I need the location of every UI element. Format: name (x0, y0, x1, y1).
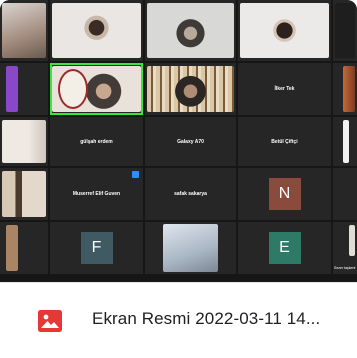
participant-video (343, 66, 355, 112)
participant-video (147, 3, 234, 58)
participant-tile: N (238, 168, 331, 220)
participant-tile: Muserref Elif Guven (50, 168, 143, 220)
participant-video (343, 120, 349, 163)
participant-video (349, 225, 355, 256)
participant-video (6, 66, 18, 112)
participant-tile (333, 63, 357, 115)
participant-tile (238, 0, 331, 61)
participant-avatar: N (268, 178, 301, 210)
image-icon (38, 310, 62, 332)
participant-tile (0, 222, 48, 274)
participant-tile (145, 0, 236, 61)
participant-tile (333, 168, 357, 220)
participant-tile (333, 0, 357, 61)
participant-tile: F (50, 222, 143, 274)
participant-video (163, 224, 218, 272)
participant-name: Muserref Elif Guven (72, 191, 121, 197)
participant-name: Sezer taşkent (334, 266, 356, 270)
participant-avatar: F (80, 232, 113, 264)
participant-tile (0, 63, 48, 115)
participant-video (52, 3, 141, 58)
participant-tile: İlker Tek (238, 63, 331, 115)
participant-video (240, 3, 329, 58)
participant-tile (0, 0, 48, 61)
university-logo-icon (58, 69, 88, 109)
participant-name: İlker Tek (274, 86, 295, 92)
participant-tile: Sezer taşkent (333, 222, 357, 274)
hand-raise-icon (132, 171, 139, 178)
participant-tile: gülşah erdem (50, 117, 143, 166)
attachment-filename[interactable]: Ekran Resmi 2022-03-11 14... (92, 309, 320, 329)
participant-tile: safak sakarya (145, 168, 236, 220)
participant-video (2, 171, 46, 217)
participant-video (2, 3, 46, 58)
participant-tile (0, 168, 48, 220)
participant-name: safak sakarya (174, 191, 207, 197)
participant-tile (50, 0, 143, 61)
chat-attachment-preview[interactable]: İlker Tek gülşah erdem Galaxy A70 Betül … (0, 0, 357, 358)
participant-video (147, 66, 234, 112)
participant-name: gülşah erdem (80, 138, 113, 145)
participant-avatar: E (268, 232, 301, 264)
participant-tile (145, 222, 236, 274)
participant-name: Betül Çiftçi (271, 138, 298, 145)
participant-video (335, 3, 355, 58)
participant-tile (333, 117, 357, 166)
participant-tile: Galaxy A70 (145, 117, 236, 166)
participant-video (2, 120, 46, 163)
participant-tile-active-speaker (50, 63, 143, 115)
screenshot-thumbnail[interactable]: İlker Tek gülşah erdem Galaxy A70 Betül … (0, 0, 357, 282)
participant-tile (145, 63, 236, 115)
participant-tile: Betül Çiftçi (238, 117, 331, 166)
participant-tile: E (238, 222, 331, 274)
participant-name: Galaxy A70 (177, 138, 204, 145)
participant-tile (0, 117, 48, 166)
participant-video (6, 225, 18, 271)
